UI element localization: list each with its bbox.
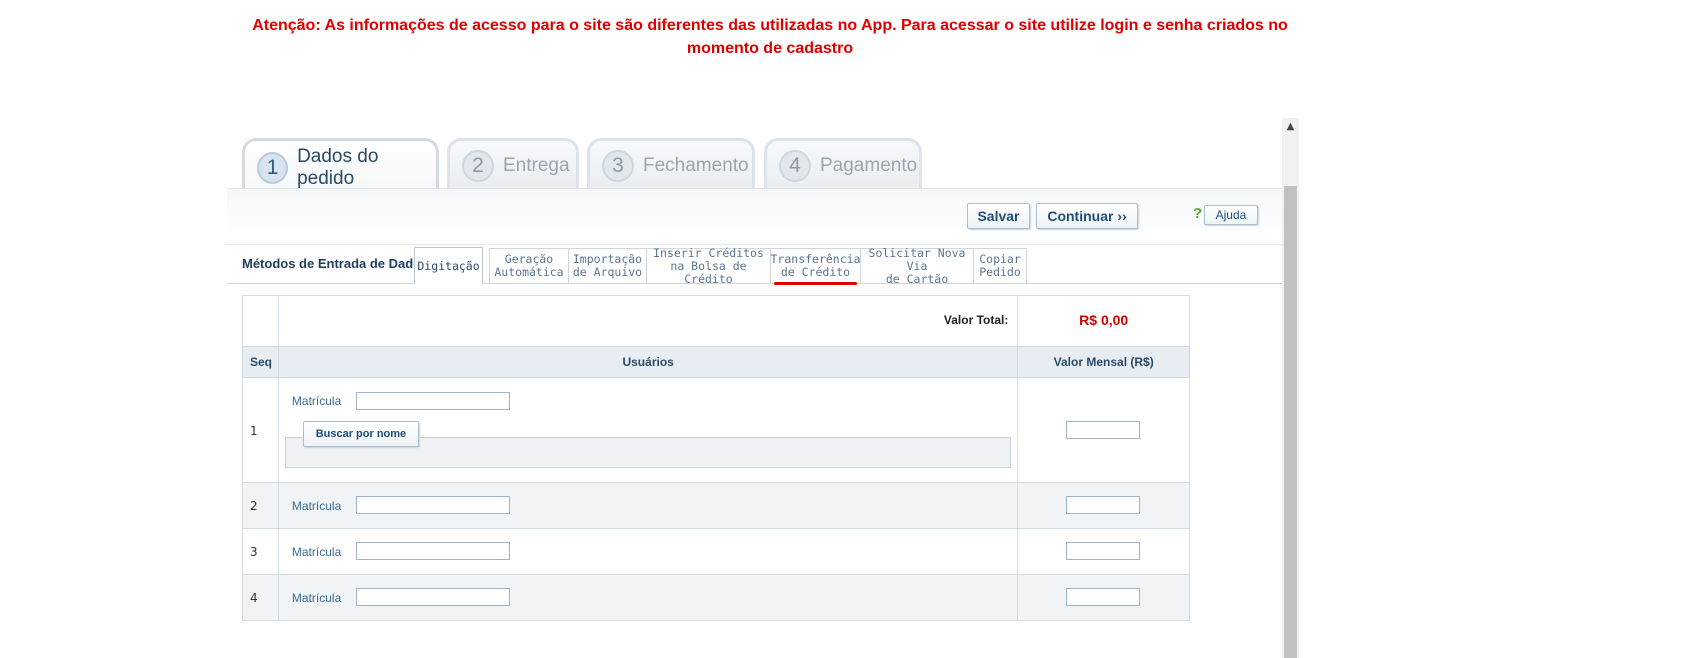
step-label: Dados do pedido [297, 145, 379, 189]
header-users: Usuários [277, 347, 1017, 377]
step-dados-do-pedido[interactable]: 1 Dados do pedido [242, 138, 439, 194]
value-cell [1017, 378, 1189, 482]
help-button[interactable]: Ajuda [1204, 205, 1258, 225]
value-cell [1017, 483, 1189, 528]
tab-solicitar-nova-via[interactable]: Solicitar Nova Via de Cartão [860, 245, 974, 286]
order-table: Valor Total: R$ 0,00 Seq Usuários Valor … [242, 295, 1190, 621]
table-row: 2 Matrícula [243, 482, 1189, 528]
step-label: Entrega [503, 154, 570, 176]
matricula-label: Matrícula [291, 591, 342, 605]
tab-geracao-automatica[interactable]: Geração Automática [489, 248, 569, 283]
methods-label: Métodos de Entrada de Dados [242, 256, 429, 271]
step-number: 2 [462, 149, 494, 182]
tab-transferencia-credito[interactable]: Transferência de Crédito [770, 248, 861, 285]
user-cell: Matrícula [277, 529, 1017, 574]
total-row: Valor Total: R$ 0,00 [243, 296, 1189, 346]
total-label: Valor Total: [943, 313, 1009, 327]
tab-label-line1: Inserir Créditos [653, 245, 764, 260]
seq-cell: 2 [243, 483, 278, 528]
total-seq-cell [243, 296, 278, 346]
step-label: Fechamento [643, 154, 749, 176]
save-button[interactable]: Salvar [967, 203, 1030, 229]
tab-label-line2: Automática [494, 265, 564, 279]
seq-number: 4 [250, 591, 258, 605]
scroll-thumb[interactable] [1284, 186, 1297, 658]
tab-label-line2: Pedido [979, 265, 1021, 279]
tab-label-line2: de Crédito [780, 265, 851, 279]
seq-number: 3 [250, 545, 258, 559]
header-value: Valor Mensal (R$) [1017, 347, 1189, 377]
total-label-cell: Valor Total: [277, 296, 1017, 346]
seq-cell: 3 [243, 529, 278, 574]
tab-importacao-arquivo[interactable]: Importação de Arquivo [568, 248, 647, 283]
access-warning-line2: momento de cadastro [686, 40, 854, 57]
total-value: R$ 0,00 [1079, 312, 1129, 328]
tab-label-line2: de Cartão [885, 271, 949, 286]
step-label: Pagamento [820, 154, 918, 176]
matricula-label: Matrícula [291, 394, 342, 408]
valor-input[interactable] [1066, 588, 1141, 606]
tab-label: Digitação [417, 258, 480, 273]
continue-button[interactable]: Continuar ›› [1036, 203, 1138, 229]
matricula-input[interactable] [355, 588, 510, 606]
user-cell: Matrícula [277, 483, 1017, 528]
tab-digitacao[interactable]: Digitação [414, 247, 483, 284]
matricula-label: Matrícula [291, 499, 342, 513]
access-warning-line1: Atenção: As informações de acesso para o… [252, 17, 1288, 34]
valor-input[interactable] [1066, 542, 1141, 560]
scroll-up-arrow-icon[interactable]: ▲ [1282, 118, 1299, 135]
step-number: 3 [602, 149, 634, 182]
step-number: 4 [779, 149, 811, 182]
help-icon: ? [1193, 205, 1203, 222]
step-number: 1 [257, 151, 289, 184]
step-entrega[interactable]: 2 Entrega [447, 138, 579, 190]
tab-label-line1: Solicitar Nova Via [868, 245, 966, 273]
valor-input[interactable] [1066, 496, 1141, 514]
matricula-input[interactable] [355, 392, 510, 410]
tab-label-line2: de Arquivo [572, 265, 643, 279]
order-frame: 1 Dados do pedido 2 Entrega 3 Fechamento… [227, 128, 1282, 658]
total-value-cell: R$ 0,00 [1017, 296, 1189, 346]
user-cell: Matrícula Buscar por nome [277, 378, 1017, 482]
seq-cell: 1 [243, 378, 278, 482]
table-row: 3 Matrícula [243, 528, 1189, 574]
seq-number: 1 [250, 424, 258, 438]
step-pagamento[interactable]: 4 Pagamento [764, 138, 922, 190]
vertical-scrollbar[interactable]: ▲ [1282, 118, 1299, 658]
value-cell [1017, 575, 1189, 620]
table-row: 4 Matrícula [243, 574, 1189, 620]
valor-input[interactable] [1066, 421, 1141, 439]
matricula-input[interactable] [355, 496, 510, 514]
toolbar: Salvar Continuar ›› ? Ajuda [227, 188, 1282, 245]
access-warning: Atenção: As informações de acesso para o… [0, 14, 1540, 60]
search-by-name-button[interactable]: Buscar por nome [302, 421, 419, 447]
matricula-label: Matrícula [291, 545, 342, 559]
value-cell [1017, 529, 1189, 574]
tab-copiar-pedido[interactable]: Copiar Pedido [973, 248, 1027, 283]
user-cell: Matrícula [277, 575, 1017, 620]
seq-number: 2 [250, 499, 258, 513]
step-fechamento[interactable]: 3 Fechamento [587, 138, 755, 190]
seq-cell: 4 [243, 575, 278, 620]
matricula-input[interactable] [355, 542, 510, 560]
table-row: 1 Matrícula Buscar por nome [243, 377, 1189, 482]
table-header: Seq Usuários Valor Mensal (R$) [243, 346, 1189, 377]
tab-label-line2: na Bolsa de Crédito [670, 258, 747, 286]
header-seq: Seq [250, 355, 273, 369]
tab-inserir-creditos[interactable]: Inserir Créditos na Bolsa de Crédito [646, 245, 771, 286]
